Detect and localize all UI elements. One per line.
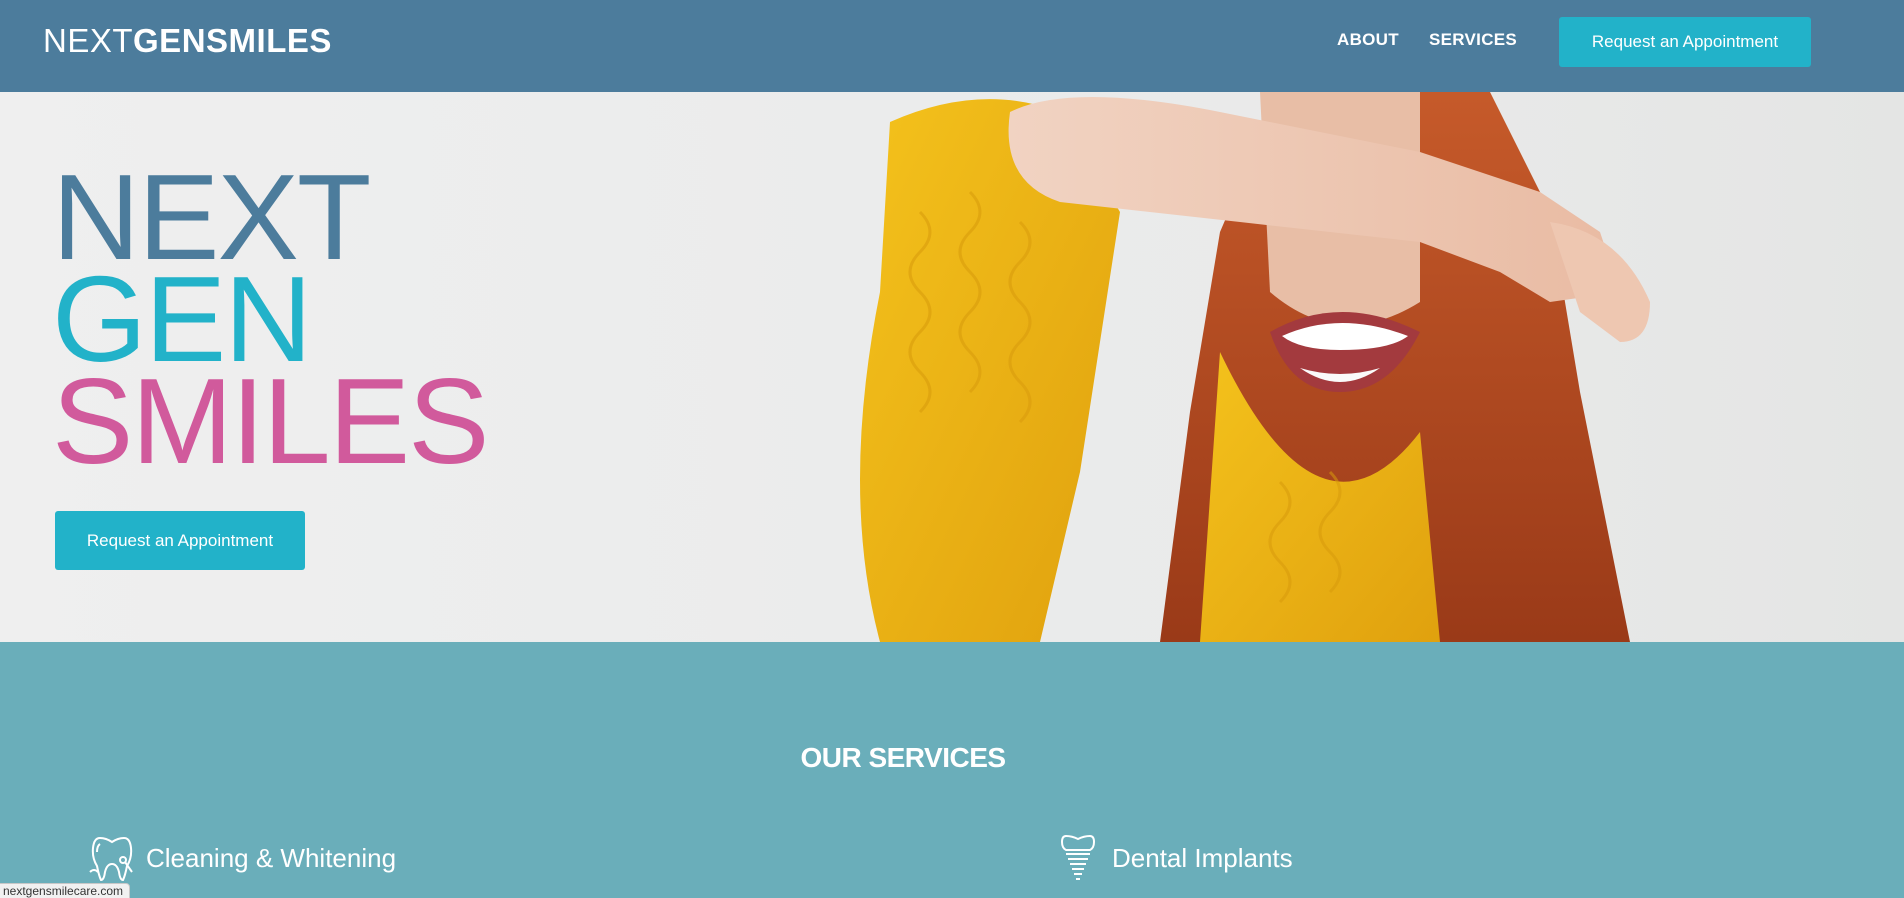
hero-title: NEXT GEN SMILES <box>52 156 489 489</box>
site-header: NEXTGENSMILES ABOUT SERVICES Request an … <box>0 0 1904 92</box>
hero-photo <box>860 92 1904 642</box>
nav-about-link[interactable]: ABOUT <box>1337 30 1399 50</box>
site-logo[interactable]: NEXTGENSMILES <box>43 22 332 60</box>
browser-status-url: nextgensmilecare.com <box>0 883 131 898</box>
nav-services-link[interactable]: SERVICES <box>1429 30 1517 50</box>
logo-next: NEXT <box>43 22 134 59</box>
hero-appointment-button[interactable]: Request an Appointment <box>55 511 305 570</box>
header-appointment-button[interactable]: Request an Appointment <box>1559 17 1811 67</box>
service-label: Cleaning & Whitening <box>146 842 397 873</box>
logo-gen: GEN <box>133 22 207 59</box>
services-section: OUR SERVICES Cleaning & Whitening Dental… <box>0 642 1904 898</box>
tooth-icon <box>89 836 133 882</box>
logo-smiles: SMILES <box>206 22 332 59</box>
services-heading: OUR SERVICES <box>800 742 1006 773</box>
implant-icon <box>1060 834 1096 880</box>
hero-title-smiles: SMILES <box>52 353 489 489</box>
service-cleaning-whitening[interactable]: Cleaning & Whitening <box>86 832 396 884</box>
service-label: Dental Implants <box>1112 842 1293 873</box>
service-dental-implants[interactable]: Dental Implants <box>1052 832 1293 884</box>
hero-section: NEXT GEN SMILES Request an Appointment <box>0 92 1904 642</box>
